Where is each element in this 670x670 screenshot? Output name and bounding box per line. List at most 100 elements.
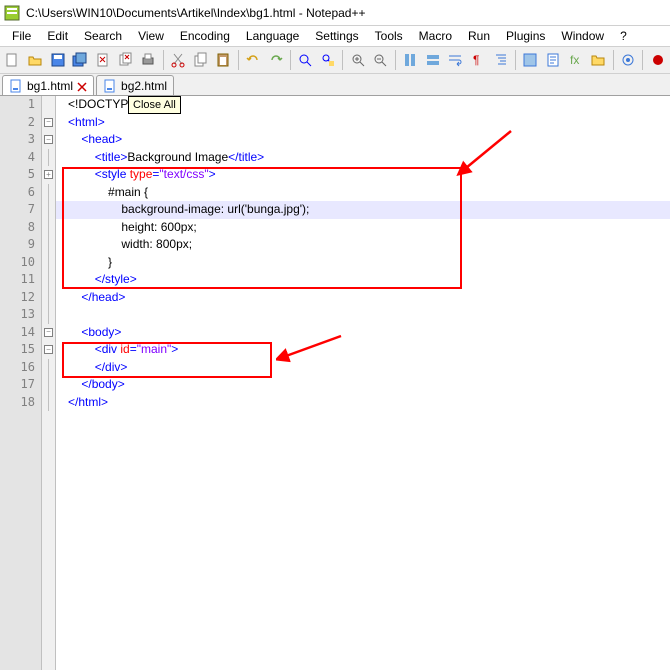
- fold-line: [42, 219, 55, 237]
- line-number: 9: [0, 236, 41, 254]
- monitor-icon[interactable]: [618, 49, 639, 71]
- zoom-out-icon[interactable]: [370, 49, 391, 71]
- fold-line: [42, 376, 55, 394]
- sync-v-icon[interactable]: [400, 49, 421, 71]
- menu-macro[interactable]: Macro: [411, 27, 460, 45]
- tab-close-icon[interactable]: [77, 81, 87, 91]
- svg-text:¶: ¶: [473, 53, 479, 67]
- tooltip: Close All: [128, 96, 181, 114]
- menu-language[interactable]: Language: [238, 27, 307, 45]
- cut-icon[interactable]: [168, 49, 189, 71]
- undo-icon[interactable]: [243, 49, 264, 71]
- fold-toggle[interactable]: −: [42, 324, 55, 342]
- fold-line: [42, 184, 55, 202]
- save-icon[interactable]: [47, 49, 68, 71]
- func-list-icon[interactable]: fx: [565, 49, 586, 71]
- toolbar-separator: [395, 50, 396, 70]
- menu-help[interactable]: ?: [612, 27, 635, 45]
- menu-window[interactable]: Window: [553, 27, 612, 45]
- toolbar: ¶ fx: [0, 46, 670, 74]
- tab-label: bg1.html: [27, 79, 73, 93]
- open-file-icon[interactable]: [25, 49, 46, 71]
- code-line: <style type="text/css">: [56, 166, 670, 184]
- save-all-icon[interactable]: [70, 49, 91, 71]
- zoom-in-icon[interactable]: [347, 49, 368, 71]
- tab-bg1[interactable]: bg1.html: [2, 75, 94, 95]
- toolbar-separator: [613, 50, 614, 70]
- code-line: </html>: [56, 394, 670, 412]
- toolbar-separator: [290, 50, 291, 70]
- redo-icon[interactable]: [265, 49, 286, 71]
- toolbar-separator: [163, 50, 164, 70]
- fold-toggle[interactable]: −: [42, 131, 55, 149]
- toolbar-separator: [238, 50, 239, 70]
- fold-toggle[interactable]: −: [42, 341, 55, 359]
- new-file-icon[interactable]: [2, 49, 23, 71]
- file-icon: [103, 79, 117, 93]
- menu-run[interactable]: Run: [460, 27, 498, 45]
- close-all-icon[interactable]: [115, 49, 136, 71]
- find-icon[interactable]: [295, 49, 316, 71]
- title-bar: C:\Users\WIN10\Documents\Artikel\Index\b…: [0, 0, 670, 26]
- line-number: 16: [0, 359, 41, 377]
- code-line: height: 600px;: [56, 219, 670, 237]
- paste-icon[interactable]: [213, 49, 234, 71]
- line-number: 18: [0, 394, 41, 412]
- menu-tools[interactable]: Tools: [367, 27, 411, 45]
- fold-line: [42, 359, 55, 377]
- menu-search[interactable]: Search: [76, 27, 130, 45]
- code-line: <body>: [56, 324, 670, 342]
- sync-h-icon[interactable]: [422, 49, 443, 71]
- line-number-gutter: 1 2 3 4 5 6 7 8 9 10 11 12 13 14 15 16 1…: [0, 96, 42, 670]
- line-number: 12: [0, 289, 41, 307]
- code-line: <head>: [56, 131, 670, 149]
- menu-edit[interactable]: Edit: [39, 27, 76, 45]
- code-area[interactable]: <!DOCTYPE html> <html> <head> <title>Bac…: [56, 96, 670, 670]
- menu-view[interactable]: View: [130, 27, 172, 45]
- line-number: 13: [0, 306, 41, 324]
- toolbar-separator: [342, 50, 343, 70]
- fold-line: [42, 236, 55, 254]
- menu-file[interactable]: File: [4, 27, 39, 45]
- menu-plugins[interactable]: Plugins: [498, 27, 553, 45]
- app-icon: [4, 5, 20, 21]
- code-line: </head>: [56, 289, 670, 307]
- fold-toggle[interactable]: +: [42, 166, 55, 184]
- fold-spacer: [42, 96, 55, 114]
- line-number: 17: [0, 376, 41, 394]
- code-line: </div>: [56, 359, 670, 377]
- doc-map-icon[interactable]: [543, 49, 564, 71]
- fold-gutter: − − + − −: [42, 96, 56, 670]
- menu-settings[interactable]: Settings: [307, 27, 366, 45]
- print-icon[interactable]: [138, 49, 159, 71]
- folder-icon[interactable]: [588, 49, 609, 71]
- menu-encoding[interactable]: Encoding: [172, 27, 238, 45]
- indent-guide-icon[interactable]: [490, 49, 511, 71]
- window-title: C:\Users\WIN10\Documents\Artikel\Index\b…: [26, 6, 365, 20]
- code-line: <html>: [56, 114, 670, 132]
- tab-bg2[interactable]: bg2.html: [96, 75, 174, 95]
- replace-icon[interactable]: [318, 49, 339, 71]
- copy-icon[interactable]: [190, 49, 211, 71]
- code-line: width: 800px;: [56, 236, 670, 254]
- line-number: 1: [0, 96, 41, 114]
- line-number: 5: [0, 166, 41, 184]
- fold-line: [42, 149, 55, 167]
- svg-text:fx: fx: [570, 53, 579, 67]
- toolbar-separator: [515, 50, 516, 70]
- fold-toggle[interactable]: −: [42, 114, 55, 132]
- lang-icon[interactable]: [520, 49, 541, 71]
- close-icon[interactable]: [93, 49, 114, 71]
- code-line: </style>: [56, 271, 670, 289]
- fold-line: [42, 201, 55, 219]
- fold-line: [42, 394, 55, 412]
- code-line: }: [56, 254, 670, 272]
- wrap-icon[interactable]: [445, 49, 466, 71]
- show-chars-icon[interactable]: ¶: [468, 49, 489, 71]
- record-icon[interactable]: [647, 49, 668, 71]
- fold-line: [42, 271, 55, 289]
- line-number: 6: [0, 184, 41, 202]
- line-number: 2: [0, 114, 41, 132]
- line-number: 14: [0, 324, 41, 342]
- file-icon: [9, 79, 23, 93]
